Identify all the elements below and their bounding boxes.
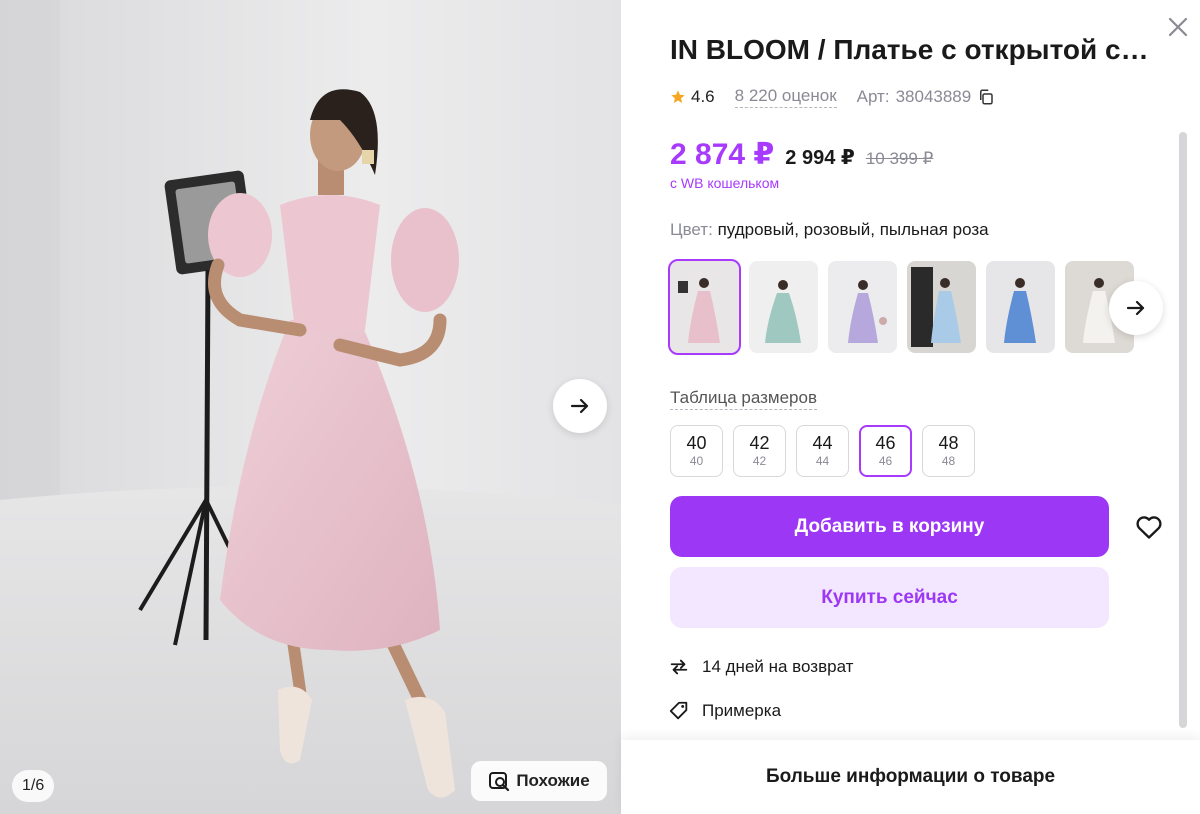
thumbnails-next-button[interactable] — [1109, 281, 1163, 335]
close-button[interactable] — [1163, 12, 1193, 42]
size-ru: 46 — [875, 433, 896, 453]
old-price: 10 399 ₽ — [865, 149, 934, 168]
feature-returns-label: 14 дней на возврат — [702, 657, 854, 676]
article-value: 38043889 — [895, 87, 972, 106]
product-title: IN BLOOM / Платье с открытой спиной — [670, 34, 1160, 65]
product-quick-view: 1/6 Похожие IN BLOOM / Платье с открытой… — [0, 0, 1200, 814]
price-row: 2 874 ₽ 2 994 ₽ 10 399 ₽ — [670, 137, 933, 172]
favorite-button[interactable] — [1129, 507, 1169, 547]
size-alt: 42 — [752, 454, 767, 468]
return-arrows-icon — [670, 659, 688, 675]
reviews-link[interactable]: 8 220 оценок — [734, 86, 837, 108]
feature-fitting-label: Примерка — [702, 701, 782, 720]
color-variant-mint[interactable] — [749, 261, 818, 353]
product-photo — [0, 0, 621, 814]
buy-now-button[interactable]: Купить сейчас — [670, 567, 1109, 628]
gallery-next-button[interactable] — [553, 379, 607, 433]
color-variant-thumbnails — [668, 259, 1134, 355]
color-label: Цвет: — [670, 220, 713, 239]
feature-fitting: Примерка — [668, 700, 781, 722]
size-table-link[interactable]: Таблица размеров — [670, 388, 817, 410]
article-label: Арт: — [856, 87, 890, 106]
details-scrollbar[interactable] — [1179, 132, 1187, 728]
copy-icon[interactable] — [977, 88, 995, 106]
size-selector: 40 40 42 42 44 44 46 46 48 48 — [670, 425, 975, 477]
heart-icon — [1136, 516, 1162, 539]
article-number[interactable]: Арт: 38043889 — [857, 87, 996, 107]
size-ru: 44 — [812, 433, 833, 453]
arrow-right-icon — [570, 398, 589, 414]
size-alt: 48 — [941, 454, 956, 468]
size-option[interactable]: 44 44 — [796, 425, 849, 477]
regular-price: 2 994 ₽ — [785, 147, 855, 169]
size-alt: 46 — [878, 454, 893, 468]
size-option[interactable]: 40 40 — [670, 425, 723, 477]
size-option[interactable]: 48 48 — [922, 425, 975, 477]
wallet-note: с WB кошельком — [670, 175, 780, 191]
feature-returns: 14 дней на возврат — [668, 656, 853, 678]
size-option[interactable]: 42 42 — [733, 425, 786, 477]
star-icon — [671, 90, 685, 103]
similar-button[interactable]: Похожие — [471, 761, 607, 801]
gallery-counter: 1/6 — [12, 770, 55, 802]
size-ru: 42 — [749, 433, 770, 453]
close-icon — [1168, 17, 1188, 37]
more-info-button[interactable]: Больше информации о товаре — [621, 740, 1200, 814]
size-option-selected[interactable]: 46 46 — [859, 425, 912, 477]
tag-icon — [669, 701, 688, 720]
size-alt: 40 — [689, 454, 704, 468]
product-gallery[interactable]: 1/6 Похожие — [0, 0, 621, 814]
color-variant-lavender[interactable] — [828, 261, 897, 353]
wallet-price: 2 874 ₽ — [670, 138, 775, 171]
image-search-icon — [489, 772, 510, 792]
size-alt: 44 — [815, 454, 830, 468]
rating-value: 4.6 — [691, 87, 715, 106]
color-line: Цвет: пудровый, розовый, пыльная роза — [670, 220, 989, 240]
size-ru: 48 — [938, 433, 959, 453]
add-to-cart-button[interactable]: Добавить в корзину — [670, 496, 1109, 557]
color-variant-pink[interactable] — [668, 259, 741, 355]
color-variant-light-blue[interactable] — [907, 261, 976, 353]
color-value: пудровый, розовый, пыльная роза — [717, 220, 989, 239]
similar-label: Похожие — [516, 771, 590, 790]
rating: 4.6 — [670, 87, 715, 107]
size-ru: 40 — [686, 433, 707, 453]
details-scroll-area[interactable]: IN BLOOM / Платье с открытой спиной 4.6 … — [621, 0, 1200, 740]
product-details: IN BLOOM / Платье с открытой спиной 4.6 … — [621, 0, 1200, 814]
arrow-right-icon — [1126, 300, 1145, 316]
color-variant-blue[interactable] — [986, 261, 1055, 353]
product-meta: 4.6 8 220 оценок Арт: 38043889 — [670, 86, 995, 108]
